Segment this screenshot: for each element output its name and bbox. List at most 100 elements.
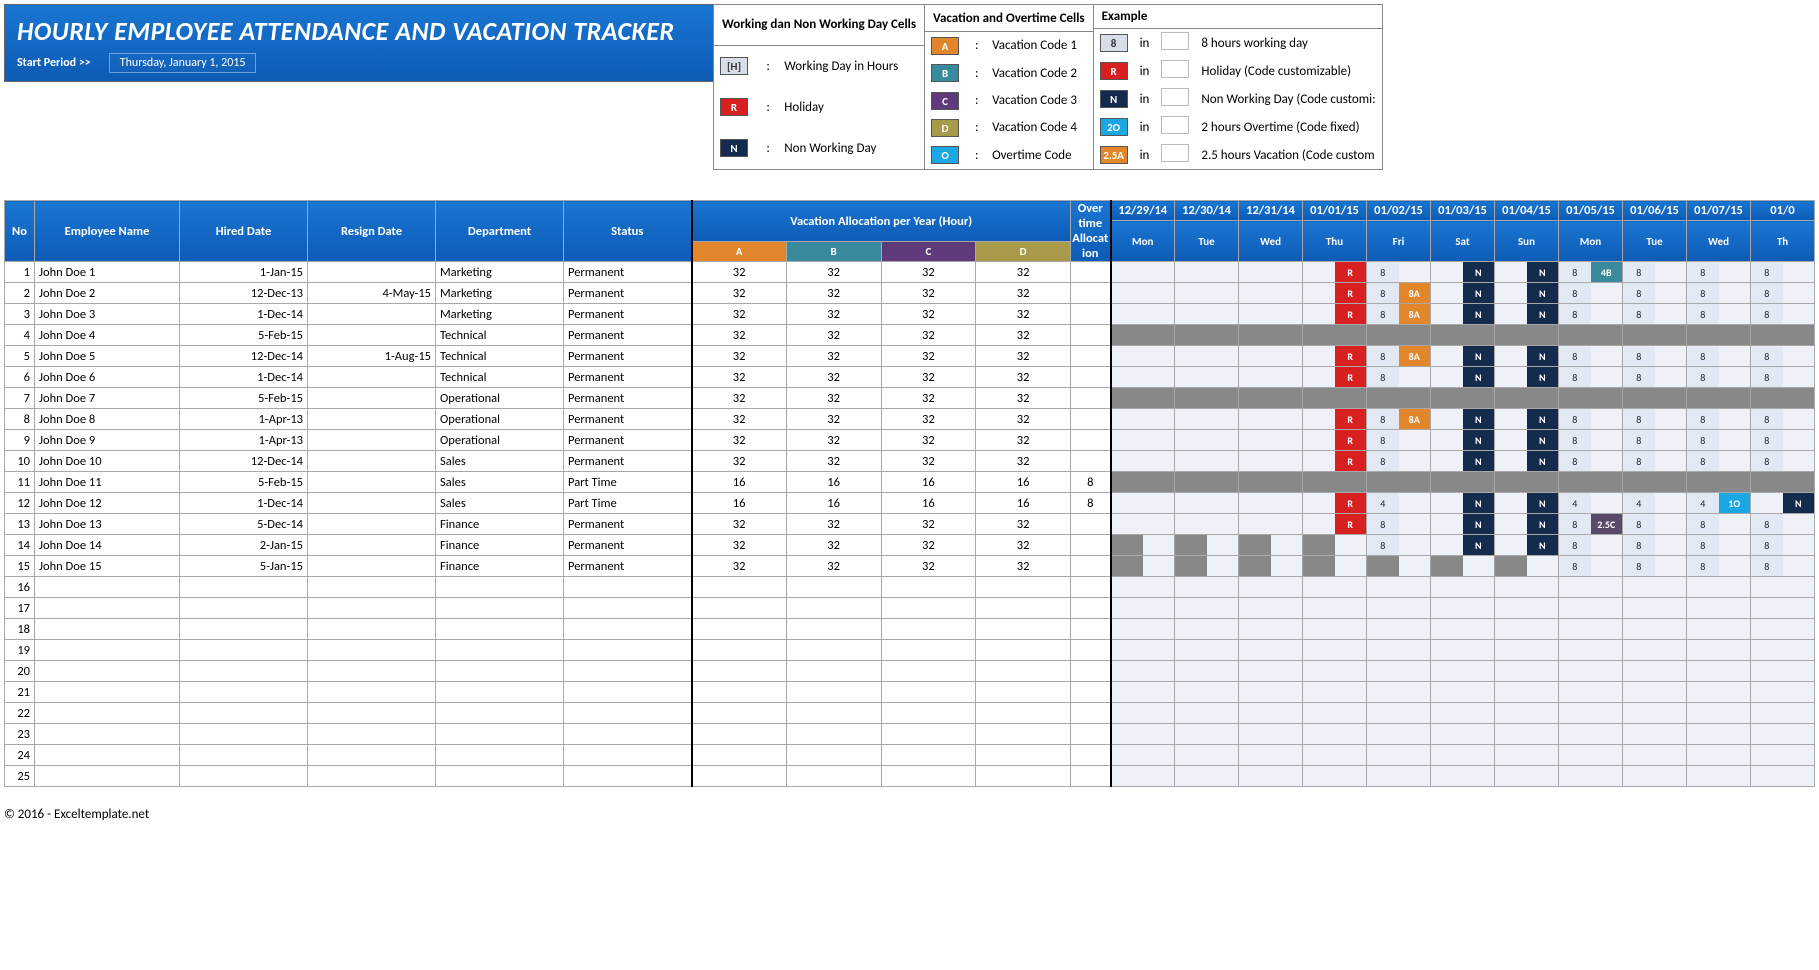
cell-resign[interactable] [308, 472, 436, 493]
cell-ot[interactable] [1071, 556, 1111, 577]
col-day[interactable]: Sun [1495, 221, 1559, 262]
cell-name[interactable]: John Doe 12 [35, 493, 180, 514]
start-period-value[interactable]: Thursday, January 1, 2015 [109, 53, 257, 73]
cell-hired[interactable]: 1-Dec-14 [180, 367, 308, 388]
cell-status[interactable]: Permanent [564, 388, 692, 409]
day-cell[interactable]: 8 [1687, 514, 1751, 535]
day-cell[interactable]: 8 [1559, 283, 1623, 304]
cell-hired[interactable]: 1-Apr-13 [180, 409, 308, 430]
col-date[interactable]: 12/31/14 [1239, 201, 1303, 221]
cell-status[interactable]: Permanent [564, 409, 692, 430]
cell-name[interactable]: John Doe 3 [35, 304, 180, 325]
col-name[interactable]: Employee Name [35, 201, 180, 262]
employee-row[interactable]: 3John Doe 31-Dec-14MarketingPermanent323… [5, 304, 1815, 325]
cell-status[interactable]: Permanent [564, 556, 692, 577]
cell-alloc-c[interactable]: 16 [881, 493, 976, 514]
day-cell[interactable] [1175, 325, 1239, 346]
col-date[interactable]: 01/01/15 [1303, 201, 1367, 221]
day-cell[interactable]: 88A [1367, 304, 1431, 325]
cell-name[interactable]: John Doe 13 [35, 514, 180, 535]
col-date[interactable]: 12/29/14 [1111, 201, 1175, 221]
day-cell[interactable]: 8 [1751, 535, 1815, 556]
day-cell[interactable] [1687, 472, 1751, 493]
day-cell[interactable] [1367, 472, 1431, 493]
employee-row[interactable]: 5John Doe 512-Dec-141-Aug-15TechnicalPer… [5, 346, 1815, 367]
cell-dept[interactable]: Sales [436, 451, 564, 472]
empty-row[interactable]: 25 [5, 766, 1815, 787]
day-cell[interactable]: N [1431, 367, 1495, 388]
cell-alloc-a[interactable]: 32 [692, 451, 787, 472]
day-cell[interactable]: 8 [1623, 346, 1687, 367]
day-cell[interactable] [1303, 325, 1367, 346]
cell-hired[interactable]: 5-Dec-14 [180, 514, 308, 535]
day-cell[interactable]: 8 [1687, 430, 1751, 451]
day-cell[interactable] [1751, 325, 1815, 346]
cell-no[interactable]: 1 [5, 262, 35, 283]
day-cell[interactable]: 8 [1751, 430, 1815, 451]
day-cell[interactable] [1495, 325, 1559, 346]
cell-alloc-b[interactable]: 32 [786, 409, 881, 430]
day-cell[interactable]: 8 [1367, 514, 1431, 535]
day-cell[interactable]: 8 [1367, 262, 1431, 283]
cell-alloc-d[interactable]: 32 [976, 304, 1071, 325]
day-cell[interactable]: 8 [1623, 283, 1687, 304]
day-cell[interactable]: 8 [1559, 304, 1623, 325]
day-cell[interactable] [1239, 304, 1303, 325]
cell-name[interactable]: John Doe 7 [35, 388, 180, 409]
employee-row[interactable]: 9John Doe 91-Apr-13OperationalPermanent3… [5, 430, 1815, 451]
day-cell[interactable]: 8 [1623, 409, 1687, 430]
day-cell[interactable]: 8 [1751, 451, 1815, 472]
day-cell[interactable]: 8 [1687, 409, 1751, 430]
cell-resign[interactable] [308, 262, 436, 283]
day-cell[interactable] [1303, 535, 1367, 556]
day-cell[interactable] [1111, 493, 1175, 514]
day-cell[interactable]: 8 [1623, 262, 1687, 283]
cell-no[interactable]: 6 [5, 367, 35, 388]
cell-alloc-b[interactable]: 32 [786, 535, 881, 556]
cell-hired[interactable]: 12-Dec-13 [180, 283, 308, 304]
day-cell[interactable] [1111, 304, 1175, 325]
cell-no[interactable]: 2 [5, 283, 35, 304]
day-cell[interactable] [1111, 472, 1175, 493]
cell-dept[interactable]: Technical [436, 346, 564, 367]
cell-resign[interactable] [308, 430, 436, 451]
cell-ot[interactable] [1071, 535, 1111, 556]
day-cell[interactable]: R [1303, 451, 1367, 472]
cell-alloc-a[interactable]: 32 [692, 535, 787, 556]
col-dept[interactable]: Department [436, 201, 564, 262]
employee-row[interactable]: 12John Doe 121-Dec-14SalesPart Time16161… [5, 493, 1815, 514]
day-cell[interactable] [1431, 556, 1495, 577]
cell-status[interactable]: Permanent [564, 346, 692, 367]
day-cell[interactable]: 88A [1367, 409, 1431, 430]
col-status[interactable]: Status [564, 201, 692, 262]
cell-dept[interactable]: Marketing [436, 304, 564, 325]
cell-alloc-d[interactable]: 32 [976, 346, 1071, 367]
day-cell[interactable]: N [1431, 304, 1495, 325]
cell-alloc-d[interactable]: 32 [976, 325, 1071, 346]
day-cell[interactable] [1175, 409, 1239, 430]
cell-dept[interactable]: Finance [436, 556, 564, 577]
cell-no[interactable]: 7 [5, 388, 35, 409]
day-cell[interactable]: 8 [1367, 535, 1431, 556]
day-cell[interactable]: R [1303, 367, 1367, 388]
cell-resign[interactable] [308, 325, 436, 346]
day-cell[interactable] [1239, 535, 1303, 556]
day-cell[interactable]: N [1495, 451, 1559, 472]
cell-name[interactable]: John Doe 5 [35, 346, 180, 367]
employee-row[interactable]: 14John Doe 142-Jan-15FinancePermanent323… [5, 535, 1815, 556]
day-cell[interactable]: 8 [1623, 556, 1687, 577]
cell-alloc-c[interactable]: 32 [881, 451, 976, 472]
cell-name[interactable]: John Doe 9 [35, 430, 180, 451]
day-cell[interactable] [1175, 283, 1239, 304]
employee-row[interactable]: 4John Doe 45-Feb-15TechnicalPermanent323… [5, 325, 1815, 346]
col-vacation[interactable]: Vacation Allocation per Year (Hour) [692, 201, 1071, 242]
day-cell[interactable] [1239, 409, 1303, 430]
cell-ot[interactable] [1071, 388, 1111, 409]
day-cell[interactable]: N [1495, 535, 1559, 556]
day-cell[interactable]: 41O [1687, 493, 1751, 514]
col-resign[interactable]: Resign Date [308, 201, 436, 262]
day-cell[interactable] [1431, 325, 1495, 346]
day-cell[interactable]: 8 [1623, 304, 1687, 325]
employee-row[interactable]: 2John Doe 212-Dec-134-May-15MarketingPer… [5, 283, 1815, 304]
empty-row[interactable]: 16 [5, 577, 1815, 598]
